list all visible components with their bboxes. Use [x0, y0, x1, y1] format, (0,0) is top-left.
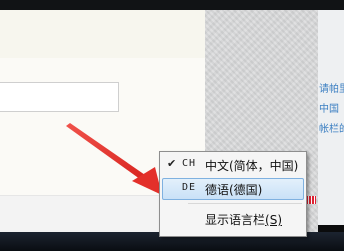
text-input-field[interactable] — [0, 82, 119, 112]
language-context-menu: ✔ CH 中文(简体，中国) DE 德语(德国) 显示语言栏(S) — [159, 151, 307, 237]
screenshot-stage: 请帕里 中国 帐栏的 ✔ CH 中文(简体，中国) DE 德语(德国) 显示语言… — [0, 0, 344, 251]
menu-label-german: 德语(德国) — [205, 183, 263, 197]
menu-divider — [188, 203, 302, 204]
menu-item-german[interactable]: DE 德语(德国) — [162, 178, 304, 200]
show-language-bar-shortcut: (S) — [265, 213, 282, 227]
menu-label-show-language-bar: 显示语言栏(S) — [205, 211, 282, 228]
window-top-frame — [0, 0, 344, 10]
menu-item-chinese[interactable]: ✔ CH 中文(简体，中国) — [162, 154, 304, 176]
tray-keyboard-icon[interactable] — [306, 196, 316, 204]
side-snippet-1[interactable]: 请帕里 — [319, 80, 344, 95]
show-language-bar-text: 显示语言栏 — [205, 213, 266, 227]
checkmark-icon: ✔ — [167, 157, 177, 170]
side-snippet-3[interactable]: 帐栏的 — [319, 120, 344, 135]
side-panel-strip: 请帕里 中国 帐栏的 — [318, 10, 344, 225]
menu-label-chinese: 中文(简体，中国) — [205, 159, 299, 173]
lang-code-de: DE — [182, 182, 197, 193]
side-snippet-2[interactable]: 中国 — [319, 100, 339, 115]
app-header-band — [0, 10, 205, 58]
menu-item-show-language-bar[interactable]: 显示语言栏(S) — [162, 208, 304, 230]
lang-code-ch: CH — [182, 158, 197, 169]
